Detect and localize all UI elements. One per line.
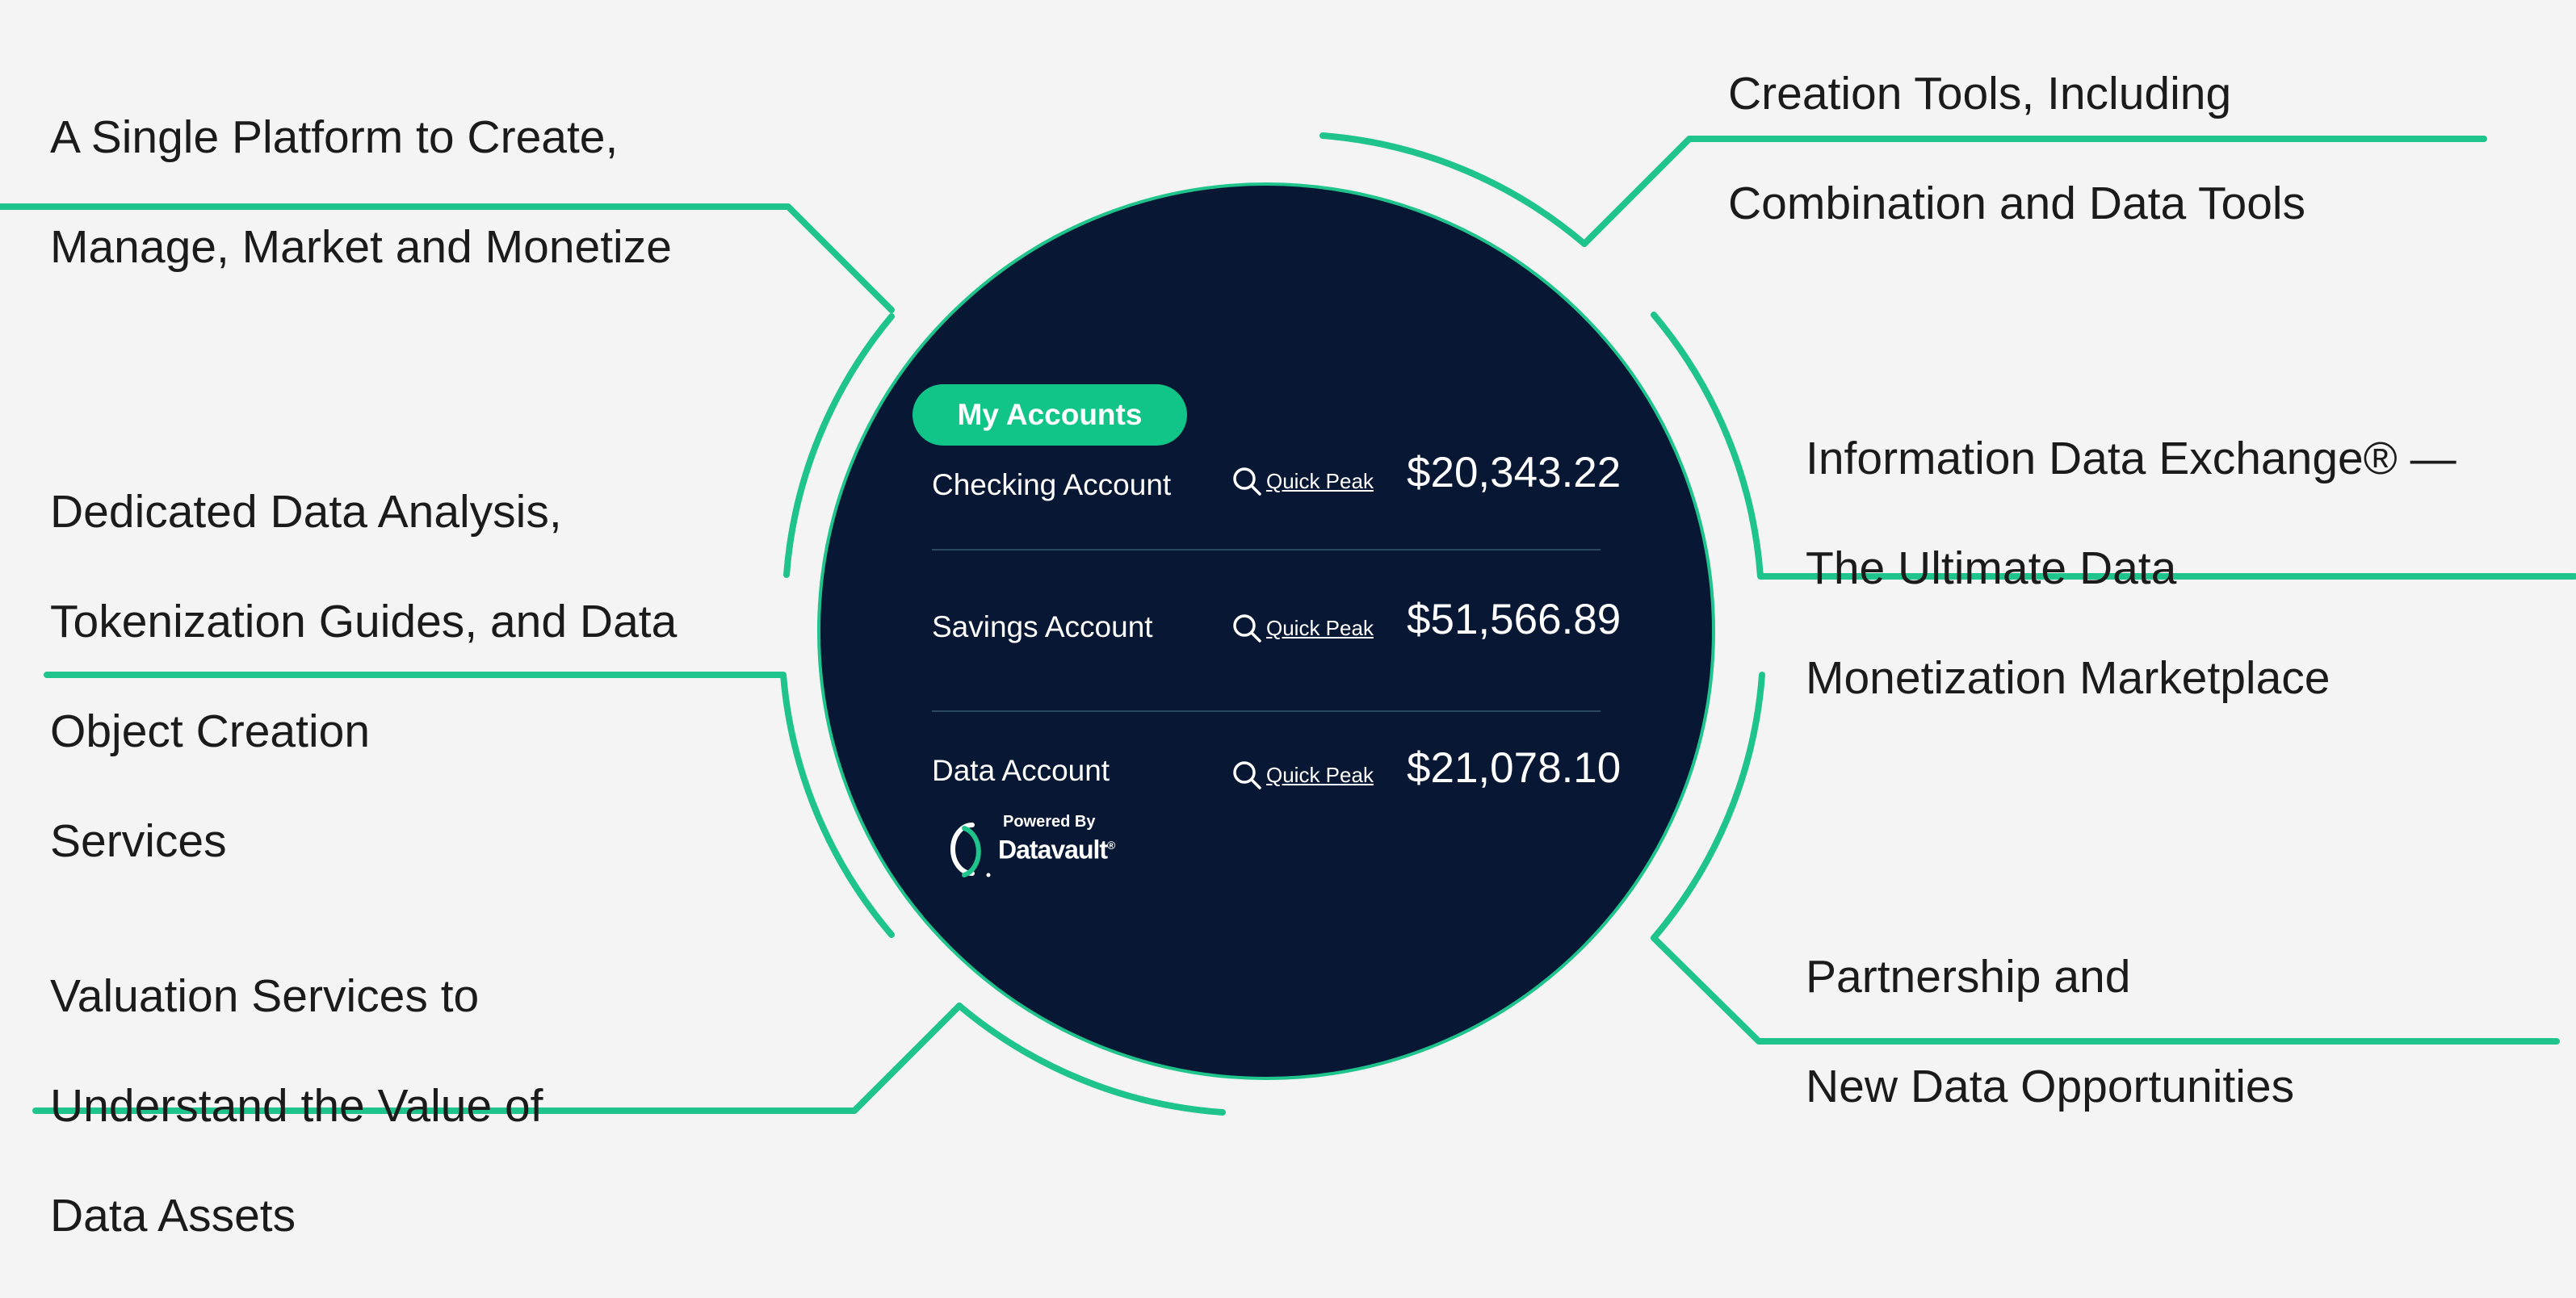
feature-information-data-exchange: Information Data Exchange® — The Ultimat…: [1806, 376, 2456, 760]
feature-valuation-line: Understand the Value of: [50, 1080, 543, 1132]
search-icon: [1233, 614, 1261, 643]
feature-partnership: Partnership and New Data Opportunities: [1806, 894, 2294, 1169]
feature-platform-line: Manage, Market and Monetize: [50, 221, 672, 273]
feature-partner-line: New Data Opportunities: [1806, 1061, 2295, 1112]
search-icon: [1233, 467, 1261, 496]
feature-valuation: Valuation Services to Understand the Val…: [50, 914, 543, 1298]
feature-diagram: A Single Platform to Create, Manage, Mar…: [0, 0, 2576, 1241]
quick-peak-label: Quick Peak: [1266, 469, 1374, 493]
my-accounts-button[interactable]: My Accounts: [913, 384, 1187, 446]
quick-peak-label: Quick Peak: [1266, 763, 1374, 787]
feature-analysis-line: Tokenization Guides, and Data: [50, 596, 678, 647]
savings-account-name: Savings Account: [932, 610, 1153, 643]
feature-creation-line: Combination and Data Tools: [1728, 178, 2306, 229]
checking-balance: $20,343.22: [1407, 449, 1622, 496]
brand-name-text: Datavault: [998, 835, 1108, 865]
search-icon: [1233, 761, 1261, 789]
feature-platform-line: A Single Platform to Create,: [50, 111, 619, 163]
feature-platform: A Single Platform to Create, Manage, Mar…: [50, 55, 672, 329]
feature-analysis: Dedicated Data Analysis, Tokenization Gu…: [50, 429, 677, 923]
feature-analysis-line: Dedicated Data Analysis,: [50, 486, 562, 538]
feature-valuation-line: Valuation Services to: [50, 970, 480, 1022]
feature-analysis-line: Object Creation: [50, 706, 371, 757]
brand-mark: ®: [1107, 839, 1115, 852]
feature-valuation-line: Data Assets: [50, 1190, 296, 1241]
feature-creation-tools: Creation Tools, Including Combination an…: [1728, 11, 2305, 286]
divider: [932, 549, 1601, 551]
feature-ide-line: Information Data Exchange® —: [1806, 433, 2456, 484]
data-account-name: Data Account: [932, 754, 1110, 787]
feature-creation-line: Creation Tools, Including: [1728, 68, 2232, 119]
feature-partner-line: Partnership and: [1806, 951, 2131, 1003]
data-balance: $21,078.10: [1407, 744, 1622, 792]
divider: [932, 710, 1601, 712]
feature-ide-line: The Ultimate Data: [1806, 542, 2177, 594]
savings-balance: $51,566.89: [1407, 596, 1622, 643]
quick-peak-savings-link[interactable]: Quick Peak: [1231, 612, 1374, 644]
quick-peak-data-link[interactable]: Quick Peak: [1231, 759, 1374, 791]
feature-ide-line: Monetization Marketplace: [1806, 652, 2331, 704]
feature-analysis-line: Services: [50, 815, 227, 867]
checking-account-name: Checking Account: [932, 468, 1172, 501]
powered-by-label: Powered By: [1003, 813, 1096, 831]
quick-peak-label: Quick Peak: [1266, 616, 1374, 640]
quick-peak-checking-link[interactable]: Quick Peak: [1231, 465, 1374, 497]
brand-name: Datavault®: [998, 830, 1115, 865]
